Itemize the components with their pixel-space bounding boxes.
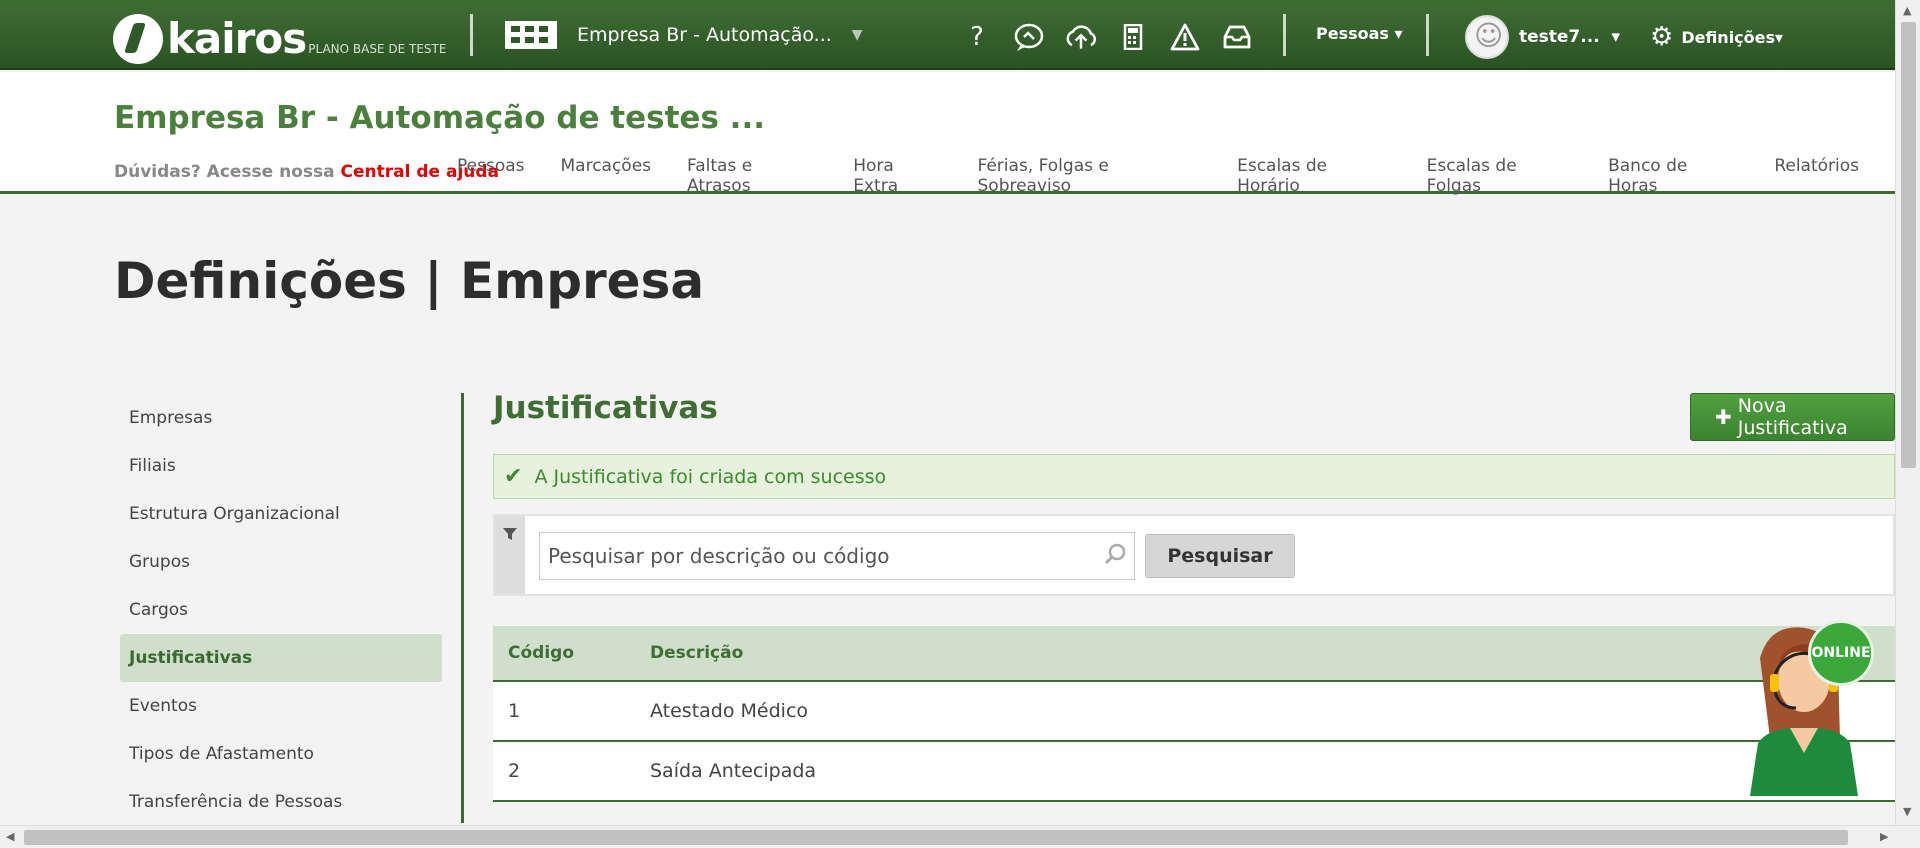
sidebar-item-eventos[interactable]: Eventos (120, 682, 442, 730)
kairos-logo[interactable]: kairos PLANO BASE DE TESTE (113, 6, 446, 64)
top-bar: kairos PLANO BASE DE TESTE Empresa Br - … (0, 0, 1895, 70)
table-row[interactable]: 2 Saída Antecipada (493, 742, 1895, 802)
top-icons: ? (960, 20, 1254, 54)
help-prefix: Dúvidas? Acesse nossa (114, 162, 335, 182)
logo-text: kairos (167, 14, 307, 63)
horizontal-scrollbar[interactable]: ◀ ▶ (0, 825, 1920, 848)
sidebar-item-empresas[interactable]: Empresas (120, 394, 442, 442)
search-button[interactable]: Pesquisar (1145, 534, 1295, 578)
plus-icon: ✚ (1715, 405, 1732, 429)
support-chat-icon[interactable] (1012, 20, 1046, 54)
filter-icon[interactable] (495, 516, 525, 594)
scroll-down-icon[interactable]: ▼ (1903, 805, 1911, 818)
column-header-descricao[interactable]: Descrição (650, 643, 1895, 663)
divider (470, 14, 473, 56)
nav-item-relatorios[interactable]: Relatórios (1774, 156, 1859, 196)
nav-item-pessoas[interactable]: Pessoas (457, 156, 525, 196)
success-alert: ✔ A Justificativa foi criada com sucesso (493, 454, 1895, 499)
cloud-upload-icon[interactable] (1064, 20, 1098, 54)
online-status-badge[interactable]: ONLINE (1808, 620, 1874, 686)
cell-codigo: 2 (508, 760, 521, 782)
search-input[interactable] (539, 532, 1135, 580)
vertical-scroll-thumb[interactable] (1901, 22, 1916, 468)
divider (461, 393, 464, 823)
scroll-right-icon[interactable]: ▶ (1880, 830, 1888, 843)
sidebar-item-estrutura[interactable]: Estrutura Organizacional (120, 490, 442, 538)
check-icon: ✔ (504, 464, 523, 489)
scroll-left-icon[interactable]: ◀ (6, 830, 14, 843)
avatar (1465, 15, 1509, 59)
scroll-up-icon[interactable]: ▲ (1903, 4, 1911, 17)
caret-down-icon: ▾ (1599, 27, 1621, 47)
filter-bar: Pesquisar (493, 514, 1895, 596)
nav-item-marcacoes[interactable]: Marcações (561, 156, 652, 196)
caret-down-icon: ▾ (1394, 24, 1403, 43)
cell-descricao: Atestado Médico (650, 700, 809, 722)
settings-menu[interactable]: ⚙ Definições ▾ (1650, 22, 1783, 52)
sidebar-item-transferencia[interactable]: Transferência de Pessoas (120, 778, 442, 826)
logo-subtitle: PLANO BASE DE TESTE (308, 42, 447, 56)
nav-item-ferias[interactable]: Férias, Folgas e Sobreaviso (978, 156, 1202, 196)
cell-codigo: 1 (508, 700, 521, 722)
gear-icon: ⚙ (1650, 22, 1674, 52)
page-title: Definições | Empresa (114, 252, 705, 310)
people-menu[interactable]: Pessoas ▾ (1316, 24, 1403, 43)
nav-item-escalas-horario[interactable]: Escalas de Horário (1237, 156, 1391, 196)
section-title: Justificativas (493, 390, 718, 426)
column-header-codigo[interactable]: Código (493, 643, 650, 663)
new-button-label: Nova Justificativa (1737, 395, 1848, 439)
company-grid-icon (505, 21, 557, 49)
settings-menu-label: Definições (1681, 27, 1776, 47)
sidebar-item-filiais[interactable]: Filiais (120, 442, 442, 490)
nav-item-banco-horas[interactable]: Banco de Horas (1608, 156, 1738, 196)
sidebar-item-grupos[interactable]: Grupos (120, 538, 442, 586)
divider (1283, 14, 1286, 56)
horizontal-scroll-thumb[interactable] (24, 830, 1848, 845)
company-header: Empresa Br - Automação de testes ... Dúv… (0, 72, 1895, 196)
table-header: Código Descrição (493, 626, 1895, 682)
sidebar-item-justificativas[interactable]: Justificativas (120, 634, 442, 682)
cell-descricao: Saída Antecipada (650, 760, 817, 782)
caret-down-icon: ▾ (1775, 27, 1784, 47)
calculator-icon[interactable] (1116, 20, 1150, 54)
people-menu-label: Pessoas (1316, 24, 1389, 43)
table-row[interactable]: 1 Atestado Médico (493, 682, 1895, 742)
justificativas-table: Código Descrição 1 Atestado Médico 2 Saí… (493, 626, 1895, 802)
alert-message: A Justificativa foi criada com sucesso (534, 465, 887, 488)
sidebar-item-cargos[interactable]: Cargos (120, 586, 442, 634)
main-nav: Pessoas Marcações Faltas e Atrasos Hora … (457, 156, 1895, 196)
vertical-scrollbar[interactable]: ▲ ▼ (1895, 0, 1920, 825)
company-selector-label: Empresa Br - Automação... (577, 24, 832, 46)
company-title: Empresa Br - Automação de testes ... (114, 100, 766, 136)
nav-item-escalas-folgas[interactable]: Escalas de Folgas (1427, 156, 1572, 196)
new-justificativa-button[interactable]: ✚ Nova Justificativa (1690, 393, 1895, 441)
user-menu[interactable]: teste7... ▾ (1465, 15, 1620, 59)
settings-sidebar: Empresas Filiais Estrutura Organizaciona… (120, 394, 442, 826)
company-selector[interactable]: Empresa Br - Automação... ▼ (505, 18, 863, 52)
sidebar-item-afastamento[interactable]: Tipos de Afastamento (120, 730, 442, 778)
inbox-icon[interactable] (1220, 20, 1254, 54)
help-icon[interactable]: ? (960, 20, 994, 54)
chevron-down-icon: ▼ (851, 27, 863, 43)
divider (1426, 14, 1429, 56)
user-name: teste7... (1519, 27, 1600, 47)
help-text: Dúvidas? Acesse nossa Central de ajuda (114, 162, 499, 182)
search-icon (1103, 542, 1127, 572)
nav-item-hora-extra[interactable]: Hora Extra (853, 156, 941, 196)
nav-item-faltas-atrasos[interactable]: Faltas e Atrasos (687, 156, 817, 196)
warning-icon[interactable] (1168, 20, 1202, 54)
logo-mark-icon (113, 14, 163, 64)
